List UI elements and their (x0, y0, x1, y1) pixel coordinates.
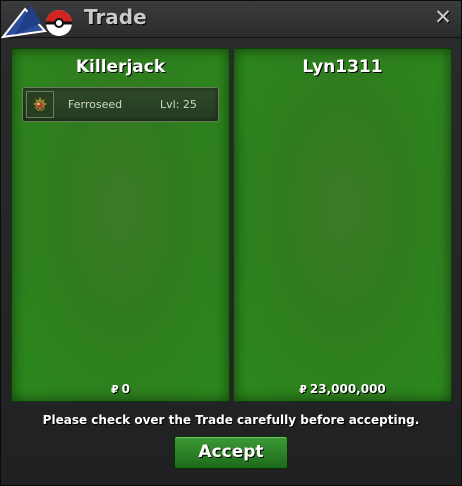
left-trade-panel: Killerjack Ferroseed Lvl: 25 ₽0 (11, 48, 230, 402)
window-title: Trade (84, 5, 147, 29)
right-money: ₽23,000,000 (234, 382, 451, 396)
left-player-name: Killerjack (75, 57, 166, 77)
left-money: ₽0 (12, 382, 229, 396)
pokedollar-icon: ₽ (299, 383, 307, 396)
pokeball-logo-icon (1, 5, 72, 39)
right-money-amount: 23,000,000 (309, 382, 386, 396)
title-bar[interactable]: Trade ✕ (1, 1, 461, 39)
item-level: Lvl: 25 (160, 98, 197, 111)
left-money-amount: 0 (121, 382, 130, 396)
accept-button[interactable]: Accept (174, 436, 288, 469)
pokedollar-icon: ₽ (110, 383, 119, 396)
right-trade-panel: Lyn1311 ₽23,000,000 (233, 48, 452, 402)
ferroseed-sprite-icon (26, 91, 54, 118)
right-player-name: Lyn1311 (302, 57, 383, 77)
trade-notice: Please check over the Trade carefully be… (42, 413, 420, 427)
close-icon[interactable]: ✕ (433, 6, 453, 28)
trade-window: Trade ✕ Killerjack Ferroseed Lvl: 25 ₽0 … (0, 0, 462, 486)
trade-item-slot[interactable]: Ferroseed Lvl: 25 (22, 87, 219, 122)
item-name: Ferroseed (68, 98, 123, 111)
